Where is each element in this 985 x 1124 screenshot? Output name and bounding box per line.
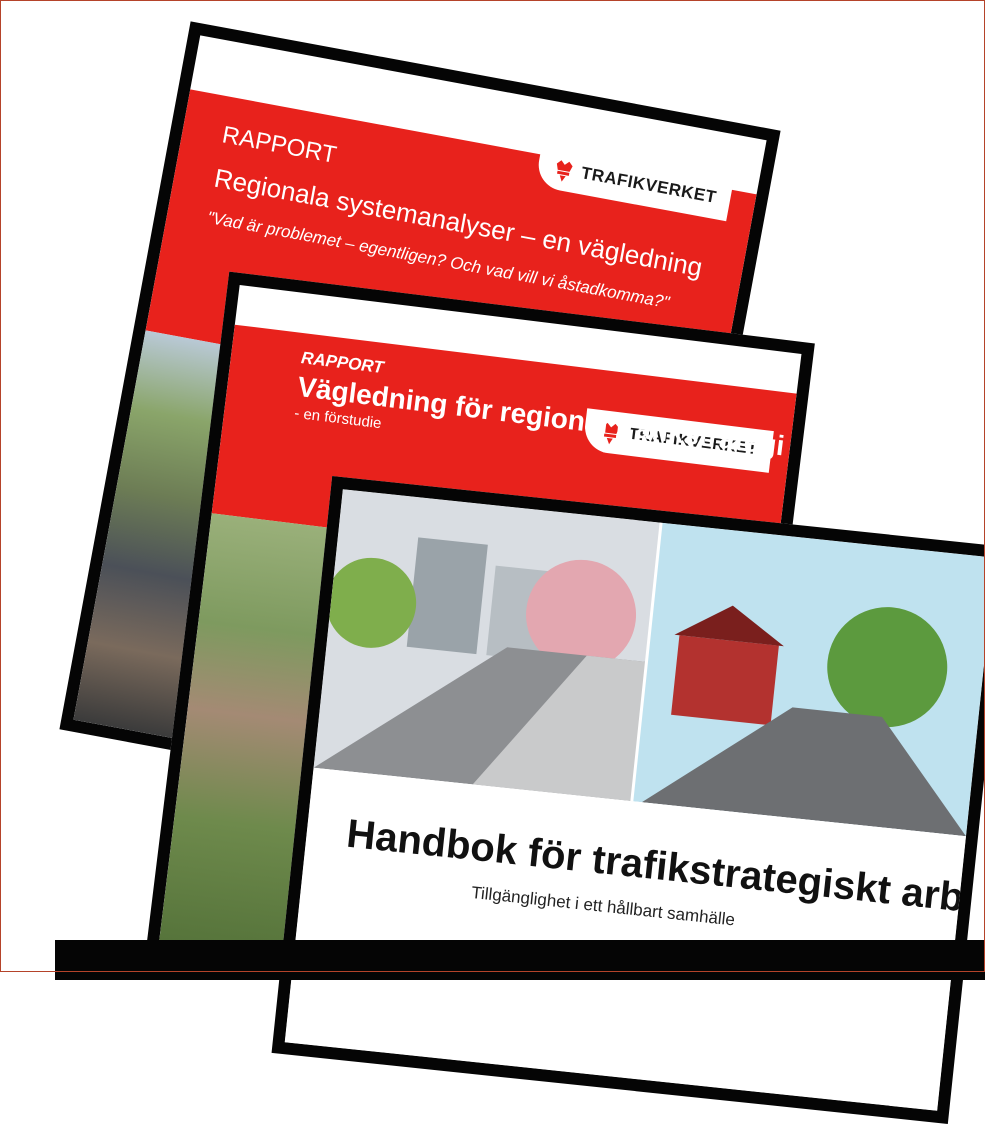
handbook-cover: Handbok för trafikstrategiskt arbete Til… [271,476,985,1124]
crown-icon [549,155,577,185]
bottom-border-bar [55,940,985,980]
